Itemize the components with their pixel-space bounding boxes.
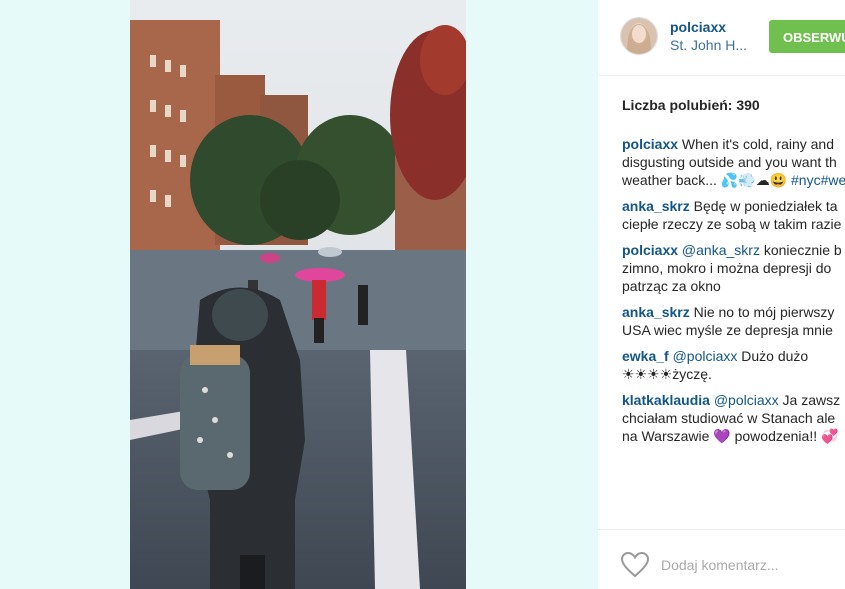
avatar-image bbox=[621, 18, 657, 54]
mention-link[interactable]: @polciaxx bbox=[714, 392, 779, 408]
post-header: polciaxx St. John H... OBSERWUJ bbox=[598, 0, 845, 76]
comment-text: weather back... 💦💨☁😃 bbox=[622, 172, 792, 188]
comment-text: Dużo dużo bbox=[741, 348, 809, 364]
comment-text: zimno, mokro i można depresji do bbox=[622, 260, 832, 276]
mention-link[interactable]: @anka_skrz bbox=[682, 242, 760, 258]
comment-author[interactable]: anka_skrz bbox=[622, 198, 690, 214]
comment-text: disgusting outside and you want th bbox=[622, 154, 837, 170]
comment: anka_skrz Będę w poniedziałek ta ciepłe … bbox=[622, 197, 845, 233]
comment-text: USA wiec myśle ze depresja mnie bbox=[622, 322, 833, 338]
location-link[interactable]: St. John H... bbox=[670, 37, 747, 53]
comments-list: polciaxx When it's cold, rainy and disgu… bbox=[622, 135, 845, 453]
comment-text: Będę w poniedziałek ta bbox=[693, 198, 838, 214]
comment-text: patrząc za okno bbox=[622, 278, 721, 294]
mention-link[interactable]: @polciaxx bbox=[673, 348, 738, 364]
comment-text: ciepłe rzeczy ze sobą w takim razie bbox=[622, 216, 842, 232]
post-photo[interactable] bbox=[130, 0, 466, 589]
photo-illustration bbox=[130, 0, 466, 589]
comment-author[interactable]: polciaxx bbox=[622, 242, 678, 258]
follow-button[interactable]: OBSERWUJ bbox=[769, 20, 845, 53]
comment-text: Nie no to mój pierwszy bbox=[693, 304, 835, 320]
comment: klatkaklaudia @polciaxx Ja zawsz chciała… bbox=[622, 391, 845, 445]
comment-author[interactable]: ewka_f bbox=[622, 348, 669, 364]
comment: polciaxx When it's cold, rainy and disgu… bbox=[622, 135, 845, 189]
photo-pane bbox=[0, 0, 598, 589]
comment: ewka_f @polciaxx Dużo dużo ☀☀☀☀życzę. bbox=[622, 347, 845, 383]
comment-text: When it's cold, rainy and bbox=[681, 136, 835, 152]
post-sidebar: polciaxx St. John H... OBSERWUJ Liczba p… bbox=[598, 0, 845, 589]
comment-text: chciałam studiować w Stanach ale bbox=[622, 410, 836, 426]
hashtag-link[interactable]: #nyc#we bbox=[791, 172, 845, 188]
comment-text: na Warszawie 💜 powodzenia!! 💞 bbox=[622, 428, 839, 444]
comment-author[interactable]: anka_skrz bbox=[622, 304, 690, 320]
comment-footer: Dodaj komentarz... bbox=[598, 529, 845, 589]
add-comment-input[interactable]: Dodaj komentarz... bbox=[661, 557, 779, 573]
username[interactable]: polciaxx bbox=[670, 19, 726, 35]
comment-author[interactable]: klatkaklaudia bbox=[622, 392, 710, 408]
comment-text: Ja zawsz bbox=[782, 392, 841, 408]
heart-outline-icon[interactable] bbox=[620, 551, 650, 578]
avatar[interactable] bbox=[620, 17, 658, 55]
comment: anka_skrz Nie no to mój pierwszy USA wie… bbox=[622, 303, 845, 339]
comment-text: koniecznie b bbox=[763, 242, 842, 258]
comment-text: ☀☀☀☀życzę. bbox=[622, 366, 712, 382]
likes-count[interactable]: Liczba polubień: 390 bbox=[622, 97, 760, 113]
comment-author[interactable]: polciaxx bbox=[622, 136, 678, 152]
comment: polciaxx @anka_skrz koniecznie b zimno, … bbox=[622, 241, 845, 295]
